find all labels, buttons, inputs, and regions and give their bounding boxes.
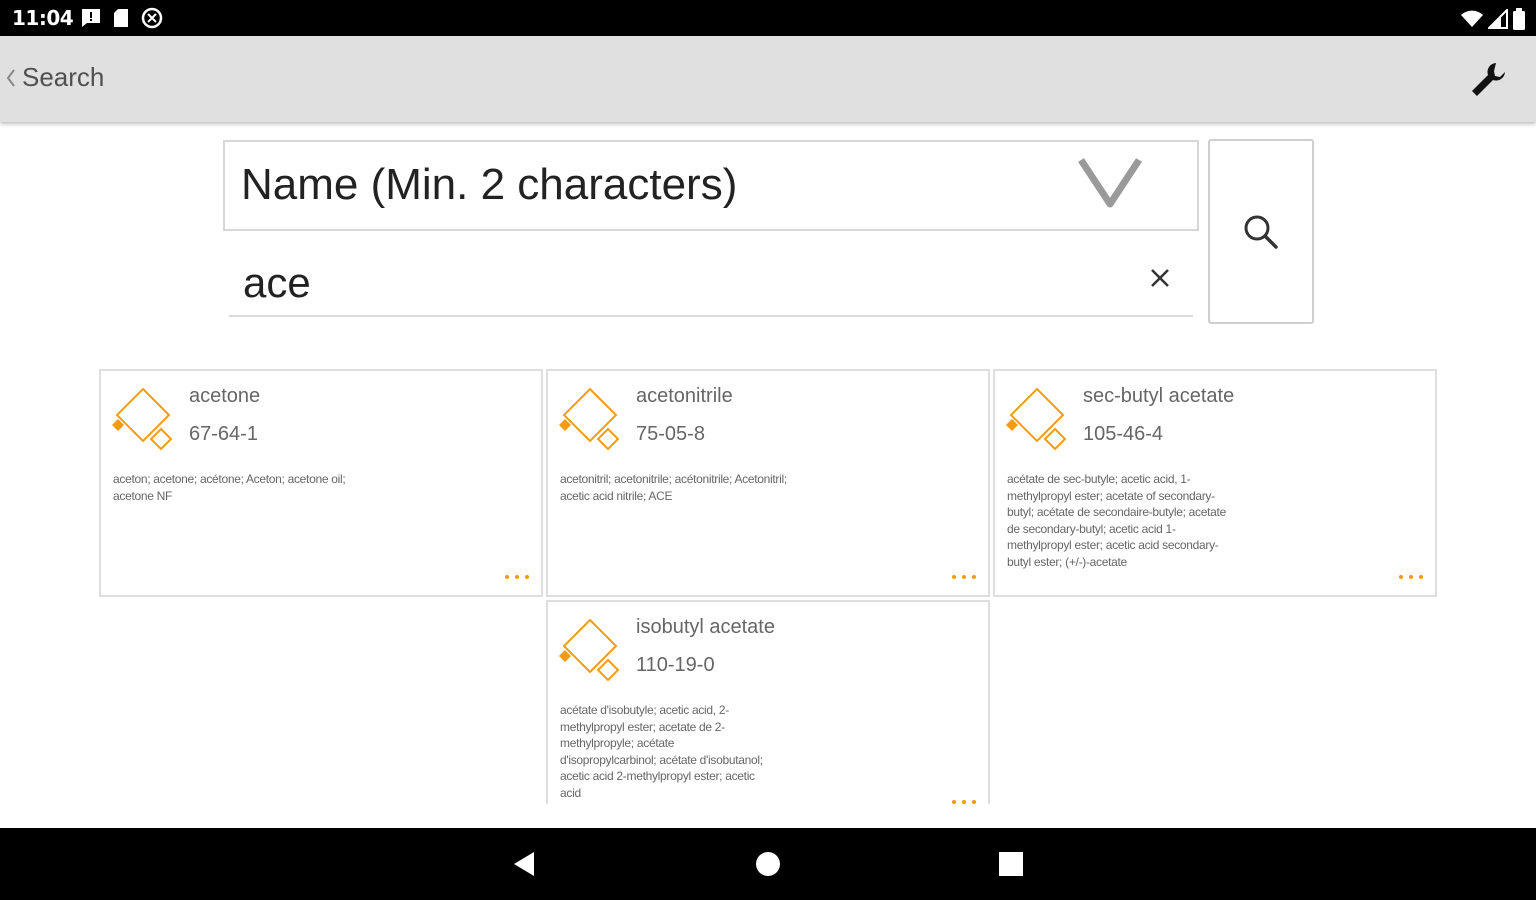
- synonyms-text: acetonitril; acetonitrile; acétonitrile;…: [560, 472, 787, 503]
- substance-name: acetonitrile: [636, 385, 733, 407]
- battery-icon: [1513, 8, 1525, 30]
- search-button[interactable]: [1208, 139, 1314, 324]
- hazard-diamond-icon: [1006, 387, 1067, 451]
- search-field: [229, 247, 1193, 317]
- wrench-icon[interactable]: [1466, 58, 1510, 102]
- synonyms-text: acétate d'isobutyle; acetic acid, 2-meth…: [560, 703, 763, 800]
- hazard-diamond-icon: [559, 618, 620, 682]
- result-card[interactable]: acetonitrile 75-05-8 acetonitril; aceton…: [546, 369, 990, 597]
- wifi-icon: [1461, 10, 1483, 27]
- data-saver-icon: [141, 7, 163, 29]
- back-button[interactable]: Search: [6, 62, 104, 93]
- result-card[interactable]: sec-butyl acetate 105-46-4 acétate de se…: [993, 369, 1437, 597]
- synonyms-text: acétate de sec-butyle; acetic acid, 1-me…: [1007, 472, 1226, 569]
- synonyms-text: aceton; acetone; acétone; Aceton; aceton…: [113, 472, 346, 503]
- search-icon: [1244, 215, 1278, 249]
- message-icon: [82, 9, 100, 27]
- hazard-diamond-icon: [112, 387, 173, 451]
- back-triangle-icon[interactable]: [508, 848, 540, 880]
- result-card[interactable]: acetone 67-64-1 aceton; acetone; acétone…: [99, 369, 543, 597]
- navigation-bar: [0, 828, 1536, 900]
- cas-number: 105-46-4: [1083, 423, 1164, 445]
- more-icon[interactable]: [503, 573, 533, 581]
- app-bar: Search: [0, 36, 1536, 122]
- more-icon[interactable]: [950, 798, 980, 804]
- sd-card-icon: [114, 9, 128, 27]
- cas-number: 110-19-0: [636, 654, 715, 676]
- close-icon[interactable]: [1147, 265, 1173, 291]
- substance-name: acetone: [189, 385, 261, 407]
- recents-square-icon[interactable]: [995, 848, 1027, 880]
- cas-number: 75-05-8: [636, 423, 705, 445]
- status-bar: 11:04: [0, 0, 1536, 36]
- cas-number: 67-64-1: [189, 423, 258, 445]
- home-circle-icon[interactable]: [752, 848, 784, 880]
- content-area: Name (Min. 2 characters) aceto: [0, 122, 1536, 804]
- status-icons-left: [80, 6, 164, 30]
- result-card[interactable]: isobutyl acetate 110-19-0 acétate d'isob…: [546, 600, 990, 804]
- search-input[interactable]: [243, 259, 1123, 307]
- hazard-diamond-icon: [559, 387, 620, 451]
- search-type-select[interactable]: Name (Min. 2 characters): [223, 140, 1199, 231]
- chevron-down-icon: [1078, 158, 1142, 208]
- page-title: Search: [22, 62, 105, 92]
- chevron-left-icon: [6, 68, 15, 87]
- substance-name: isobutyl acetate: [636, 616, 775, 638]
- more-icon[interactable]: [950, 573, 980, 581]
- search-type-value: Name (Min. 2 characters): [241, 160, 738, 209]
- status-icons-right: [1460, 8, 1526, 30]
- more-icon[interactable]: [1397, 573, 1427, 581]
- status-time: 11:04: [12, 6, 74, 30]
- signal-icon: [1488, 9, 1508, 29]
- substance-name: sec-butyl acetate: [1083, 385, 1235, 407]
